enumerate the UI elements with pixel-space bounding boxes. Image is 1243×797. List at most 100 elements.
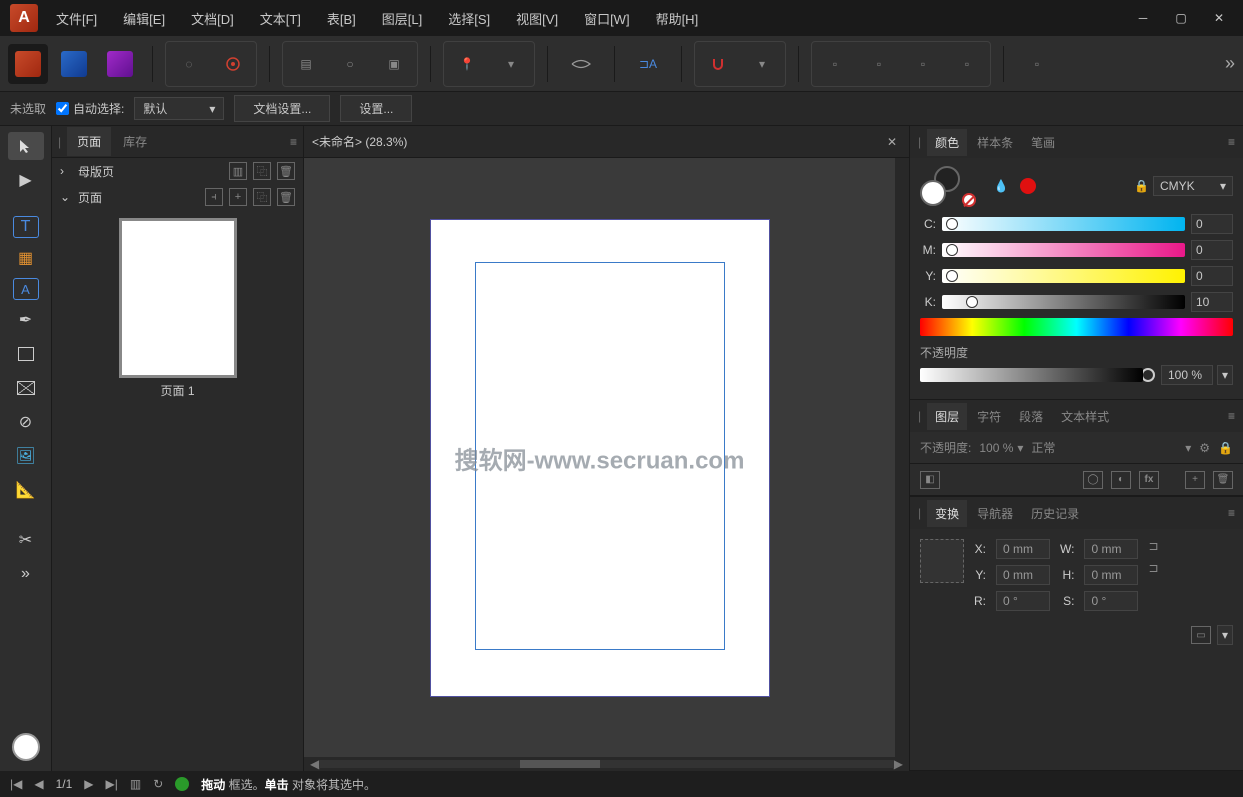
show-guides-button[interactable]: ○ <box>329 44 371 84</box>
color-swatch-tool[interactable] <box>12 733 40 761</box>
text-wrap-button[interactable]: ⊐A <box>627 44 669 84</box>
menu-text[interactable]: 文本[T] <box>260 9 301 28</box>
pages-row[interactable]: ⌄ 页面 ⫞ + ⿻ 🗑 <box>52 184 303 210</box>
s-input[interactable]: 0 ° <box>1084 591 1138 611</box>
align-3-button[interactable]: ▫ <box>902 44 944 84</box>
prev-page-icon[interactable]: ◀ <box>34 777 43 791</box>
canvas-viewport[interactable]: 搜软网-www.secruan.com <box>304 158 895 757</box>
menu-edit[interactable]: 编辑[E] <box>123 9 165 28</box>
snapping-button[interactable] <box>697 44 739 84</box>
lock-icon[interactable]: 🔒 <box>1134 179 1149 193</box>
scroll-left-arrow[interactable]: ◀ <box>310 757 319 771</box>
horizontal-scroll-thumb[interactable] <box>520 760 600 768</box>
frame-text-tool[interactable]: T <box>13 216 39 238</box>
menu-window[interactable]: 窗口[W] <box>584 9 630 28</box>
transform-panel-menu[interactable]: ≡ <box>1228 506 1235 520</box>
menu-table[interactable]: 表[B] <box>327 9 356 28</box>
place-image-tool[interactable]: 🖼 <box>8 442 44 470</box>
tab-assets[interactable]: 库存 <box>113 127 157 156</box>
tab-navigator[interactable]: 导航器 <box>969 500 1021 527</box>
menu-file[interactable]: 文件[F] <box>56 9 97 28</box>
opacity-slider[interactable] <box>920 368 1143 382</box>
document-close-icon[interactable]: ✕ <box>887 135 897 149</box>
move-tool[interactable] <box>8 132 44 160</box>
link-rs-icon[interactable]: ⊐ <box>1148 561 1158 575</box>
transform-options-dropdown[interactable]: ▾ <box>1217 625 1233 645</box>
preflight-status-icon[interactable] <box>175 777 189 791</box>
align-4-button[interactable]: ▫ <box>946 44 988 84</box>
opacity-value-input[interactable]: 100 % <box>1161 365 1213 385</box>
align-1-button[interactable]: ▫ <box>814 44 856 84</box>
vertical-scrollbar[interactable] <box>895 158 909 757</box>
preflight-settings-button[interactable] <box>212 44 254 84</box>
layer-fx-icon[interactable]: fx <box>1139 471 1159 489</box>
yellow-slider[interactable] <box>942 269 1185 283</box>
tab-color[interactable]: 颜色 <box>927 129 967 156</box>
eyedropper-icon[interactable]: 💧 <box>990 175 1012 197</box>
link-wh-icon[interactable]: ⊐ <box>1148 539 1158 553</box>
dup-master-icon[interactable]: ⿻ <box>253 162 271 180</box>
layer-blend-dropdown[interactable]: 正常▾ <box>1031 439 1191 456</box>
layer-lock-icon[interactable]: 🔒 <box>1218 441 1233 455</box>
hue-spectrum[interactable] <box>920 318 1233 336</box>
fill-swatch[interactable] <box>920 180 946 206</box>
expand-master-icon[interactable]: › <box>60 164 72 178</box>
preflight-button[interactable]: ◌ <box>168 44 210 84</box>
pages-panel-menu[interactable]: ≡ <box>290 135 297 149</box>
picture-frame-tool[interactable] <box>8 374 44 402</box>
w-input[interactable]: 0 mm <box>1084 539 1138 559</box>
tab-history[interactable]: 历史记录 <box>1023 500 1087 527</box>
magenta-value-input[interactable]: 0 <box>1191 240 1233 260</box>
next-page-icon[interactable]: ▶ <box>84 777 93 791</box>
tab-swatches[interactable]: 样本条 <box>969 129 1021 156</box>
menu-select[interactable]: 选择[S] <box>448 9 490 28</box>
delete-page-icon[interactable]: 🗑 <box>277 188 295 206</box>
refresh-icon[interactable]: ↻ <box>153 777 163 791</box>
settings-button[interactable]: 设置... <box>340 95 412 122</box>
y-input[interactable]: 0 mm <box>996 565 1050 585</box>
preview-mode-button[interactable] <box>560 44 602 84</box>
tab-transform[interactable]: 变换 <box>927 500 967 527</box>
tools-overflow[interactable]: » <box>8 560 44 588</box>
auto-select-checkbox[interactable]: 自动选择: <box>56 100 124 117</box>
vector-crop-tool[interactable]: 📐 <box>8 476 44 504</box>
publisher-persona-button[interactable] <box>8 44 48 84</box>
crop-tool[interactable]: ✂ <box>8 526 44 554</box>
pin-caret-button[interactable]: ▾ <box>490 44 532 84</box>
table-tool[interactable]: ▦ <box>8 244 44 272</box>
r-input[interactable]: 0 ° <box>996 591 1050 611</box>
cyan-value-input[interactable]: 0 <box>1191 214 1233 234</box>
eyedropper-sample[interactable] <box>1020 178 1036 194</box>
add-layer-icon[interactable]: + <box>1185 471 1205 489</box>
close-button[interactable]: ✕ <box>1209 8 1229 28</box>
maximize-button[interactable]: ▢ <box>1171 8 1191 28</box>
auto-select-mode-dropdown[interactable]: 默认▾ <box>134 97 224 120</box>
first-page-icon[interactable]: |◀ <box>10 777 22 791</box>
transform-anchor[interactable] <box>920 539 964 583</box>
designer-persona-button[interactable] <box>54 44 94 84</box>
layer-fx-gear-icon[interactable]: ⚙ <box>1199 441 1210 455</box>
add-page-icon[interactable]: + <box>229 188 247 206</box>
opacity-knob-icon[interactable] <box>1141 368 1155 382</box>
dup-page-icon[interactable]: ⿻ <box>253 188 271 206</box>
tab-text-styles[interactable]: 文本样式 <box>1053 403 1117 430</box>
menu-document[interactable]: 文档[D] <box>191 9 234 28</box>
layer-opacity-dropdown[interactable]: 100 %▾ <box>979 441 1023 455</box>
minimize-button[interactable]: ─ <box>1133 8 1153 28</box>
color-panel-menu[interactable]: ≡ <box>1228 135 1235 149</box>
tab-layers[interactable]: 图层 <box>927 403 967 430</box>
color-mode-dropdown[interactable]: CMYK▾ <box>1153 176 1233 196</box>
x-input[interactable]: 0 mm <box>996 539 1050 559</box>
pen-tool[interactable]: ✒ <box>8 306 44 334</box>
menu-layer[interactable]: 图层[L] <box>382 9 422 28</box>
snapping-caret-button[interactable]: ▾ <box>741 44 783 84</box>
node-tool[interactable]: ▶ <box>8 166 44 194</box>
delete-master-icon[interactable]: 🗑 <box>277 162 295 180</box>
pin-button[interactable]: 📍 <box>446 44 488 84</box>
document-tab[interactable]: <未命名> (28.3%) <box>312 133 887 150</box>
add-master-icon[interactable]: ▥ <box>229 162 247 180</box>
layer-mask-icon[interactable]: ◯ <box>1083 471 1103 489</box>
yellow-value-input[interactable]: 0 <box>1191 266 1233 286</box>
opacity-stepper[interactable]: ▾ <box>1217 365 1233 385</box>
black-slider[interactable] <box>942 295 1185 309</box>
